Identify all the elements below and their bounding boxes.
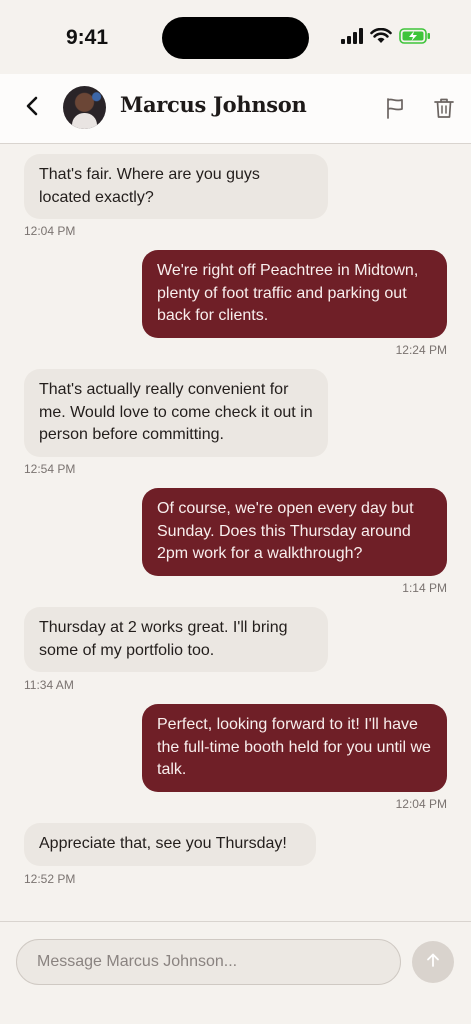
message-input[interactable] bbox=[16, 939, 401, 985]
signal-icon bbox=[341, 28, 363, 49]
avatar[interactable] bbox=[63, 86, 106, 129]
outgoing-message[interactable]: Of course, we're open every day but Sund… bbox=[142, 488, 447, 576]
status-time: 9:41 bbox=[66, 26, 109, 49]
message-list[interactable]: That's fair. Where are you guys located … bbox=[0, 144, 471, 921]
status-bar: 9:41 bbox=[0, 0, 471, 74]
contact-name[interactable]: Marcus Johnson bbox=[120, 92, 307, 117]
message-timestamp: 12:52 PM bbox=[24, 872, 76, 886]
message-timestamp: 11:34 AM bbox=[24, 678, 74, 692]
wifi-icon bbox=[370, 27, 392, 49]
chat-header: Marcus Johnson bbox=[0, 74, 471, 144]
status-icons bbox=[341, 27, 431, 49]
incoming-message[interactable]: Appreciate that, see you Thursday! bbox=[24, 823, 316, 866]
flag-icon bbox=[383, 98, 407, 124]
message-timestamp: 12:04 PM bbox=[395, 797, 447, 811]
battery-icon bbox=[399, 28, 431, 49]
report-button[interactable] bbox=[383, 96, 407, 120]
delete-button[interactable] bbox=[432, 96, 456, 120]
outgoing-message[interactable]: Perfect, looking forward to it! I'll hav… bbox=[142, 704, 447, 792]
dynamic-island bbox=[162, 17, 309, 59]
message-timestamp: 12:24 PM bbox=[395, 343, 447, 357]
chevron-left-icon bbox=[25, 95, 39, 122]
incoming-message[interactable]: Thursday at 2 works great. I'll bring so… bbox=[24, 607, 328, 672]
arrow-up-icon bbox=[425, 952, 441, 973]
incoming-message[interactable]: That's actually really convenient for me… bbox=[24, 369, 328, 457]
trash-icon bbox=[432, 98, 456, 124]
send-button[interactable] bbox=[412, 941, 454, 983]
back-button[interactable] bbox=[18, 94, 46, 122]
incoming-message[interactable]: That's fair. Where are you guys located … bbox=[24, 154, 328, 219]
message-composer bbox=[0, 921, 471, 1024]
message-timestamp: 12:04 PM bbox=[24, 224, 76, 238]
message-timestamp: 1:14 PM bbox=[402, 581, 447, 595]
outgoing-message[interactable]: We're right off Peachtree in Midtown, pl… bbox=[142, 250, 447, 338]
message-timestamp: 12:54 PM bbox=[24, 462, 76, 476]
